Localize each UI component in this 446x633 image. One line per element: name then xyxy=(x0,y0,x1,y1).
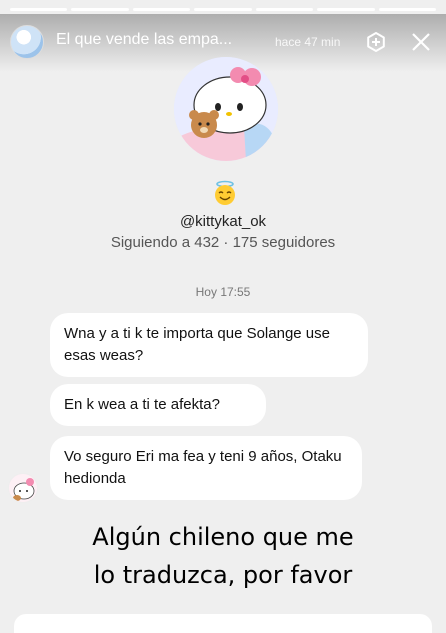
angel-emoji-icon xyxy=(212,180,238,206)
message-bubble: En k wea a ti te afekta? xyxy=(50,384,266,426)
progress-segment xyxy=(255,8,314,11)
story-caption: Algún chileno que me lo traduzca, por fa… xyxy=(0,518,446,594)
profile-username: @kittykat_ok xyxy=(179,213,267,230)
story-timestamp: hace 47 min xyxy=(275,35,341,49)
profile-stats: Siguiendo a 432 · 175 seguidores xyxy=(110,234,336,251)
progress-segment xyxy=(132,8,191,11)
story-title[interactable]: El que vende las empa... xyxy=(56,31,266,49)
message-bubble: Wna y a ti k te importa que Solange use … xyxy=(50,313,368,377)
chat-date-separator: Hoy 17:55 xyxy=(195,285,251,299)
close-icon[interactable] xyxy=(409,30,433,54)
story-author-avatar[interactable] xyxy=(10,25,44,59)
progress-segment xyxy=(317,8,375,11)
progress-segment xyxy=(378,8,436,11)
story-progress-bar xyxy=(10,8,436,11)
add-circle-icon[interactable] xyxy=(364,30,388,54)
next-message-card xyxy=(14,614,432,633)
caption-line: Algún chileno que me xyxy=(92,523,354,551)
caption-line: lo traduzca, por favor xyxy=(93,561,353,589)
progress-segment xyxy=(71,8,129,11)
profile-avatar xyxy=(174,57,278,161)
message-bubble: Vo seguro Eri ma fea y teni 9 años, Otak… xyxy=(50,436,362,500)
progress-segment xyxy=(10,8,68,11)
sender-avatar xyxy=(8,473,38,503)
progress-segment xyxy=(194,8,252,11)
